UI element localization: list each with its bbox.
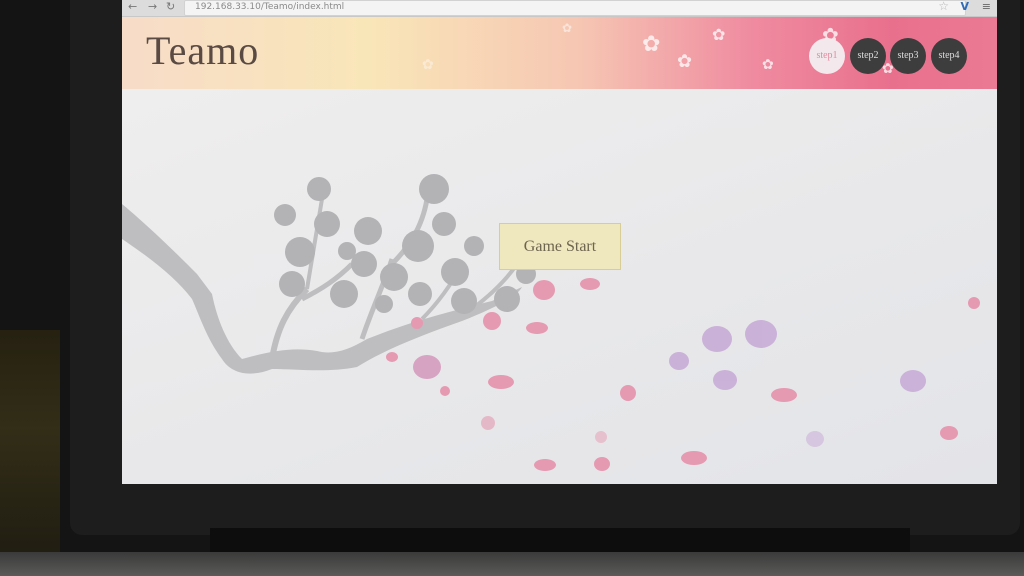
sakura-decoration-icon: ✿ [712, 27, 726, 44]
game-start-button[interactable]: Game Start [499, 223, 621, 270]
step4-button[interactable]: step4 [931, 38, 967, 74]
sakura-decoration-icon: ✿ [422, 58, 434, 73]
arrow-left-icon[interactable]: ← [128, 0, 137, 14]
arrow-right-icon[interactable]: → [148, 0, 157, 14]
menu-icon[interactable]: ≡ [982, 0, 991, 14]
desk-background [0, 330, 60, 576]
step2-button[interactable]: step2 [850, 38, 886, 74]
sakura-decoration-icon: ✿ [562, 21, 573, 35]
cherry-blossom-illustration [122, 174, 980, 471]
sakura-decoration-icon: ✿ [762, 58, 774, 73]
sakura-decoration-icon: ✿ [642, 31, 661, 56]
twig [269, 286, 310, 360]
site-title[interactable]: Teamo [146, 27, 259, 74]
browser-toolbar: ← → ↻ 192.168.33.10/Teamo/index.html ☆ V… [122, 0, 997, 17]
sakura-decoration-icon: ✿ [677, 51, 693, 71]
laptop-base [0, 552, 1024, 576]
step3-button[interactable]: step3 [890, 38, 926, 74]
url-text: 192.168.33.10/Teamo/index.html [195, 2, 345, 12]
browser-window: ← → ↻ 192.168.33.10/Teamo/index.html ☆ V… [122, 0, 997, 484]
star-icon[interactable]: ☆ [938, 0, 949, 13]
falling-petals-lavender [669, 320, 926, 447]
step1-button[interactable]: step1 [809, 38, 845, 74]
site-header: ✿ ✿ ✿ ✿ ✿ ✿ ✿ ✿ Teamo step1 step2 step3 … [122, 17, 997, 89]
laptop-hinge [210, 528, 910, 554]
main-content: Game Start [122, 89, 997, 484]
extension-icon[interactable]: V [960, 0, 969, 14]
address-bar[interactable]: 192.168.33.10/Teamo/index.html [184, 0, 966, 16]
reload-icon[interactable]: ↻ [166, 0, 175, 14]
